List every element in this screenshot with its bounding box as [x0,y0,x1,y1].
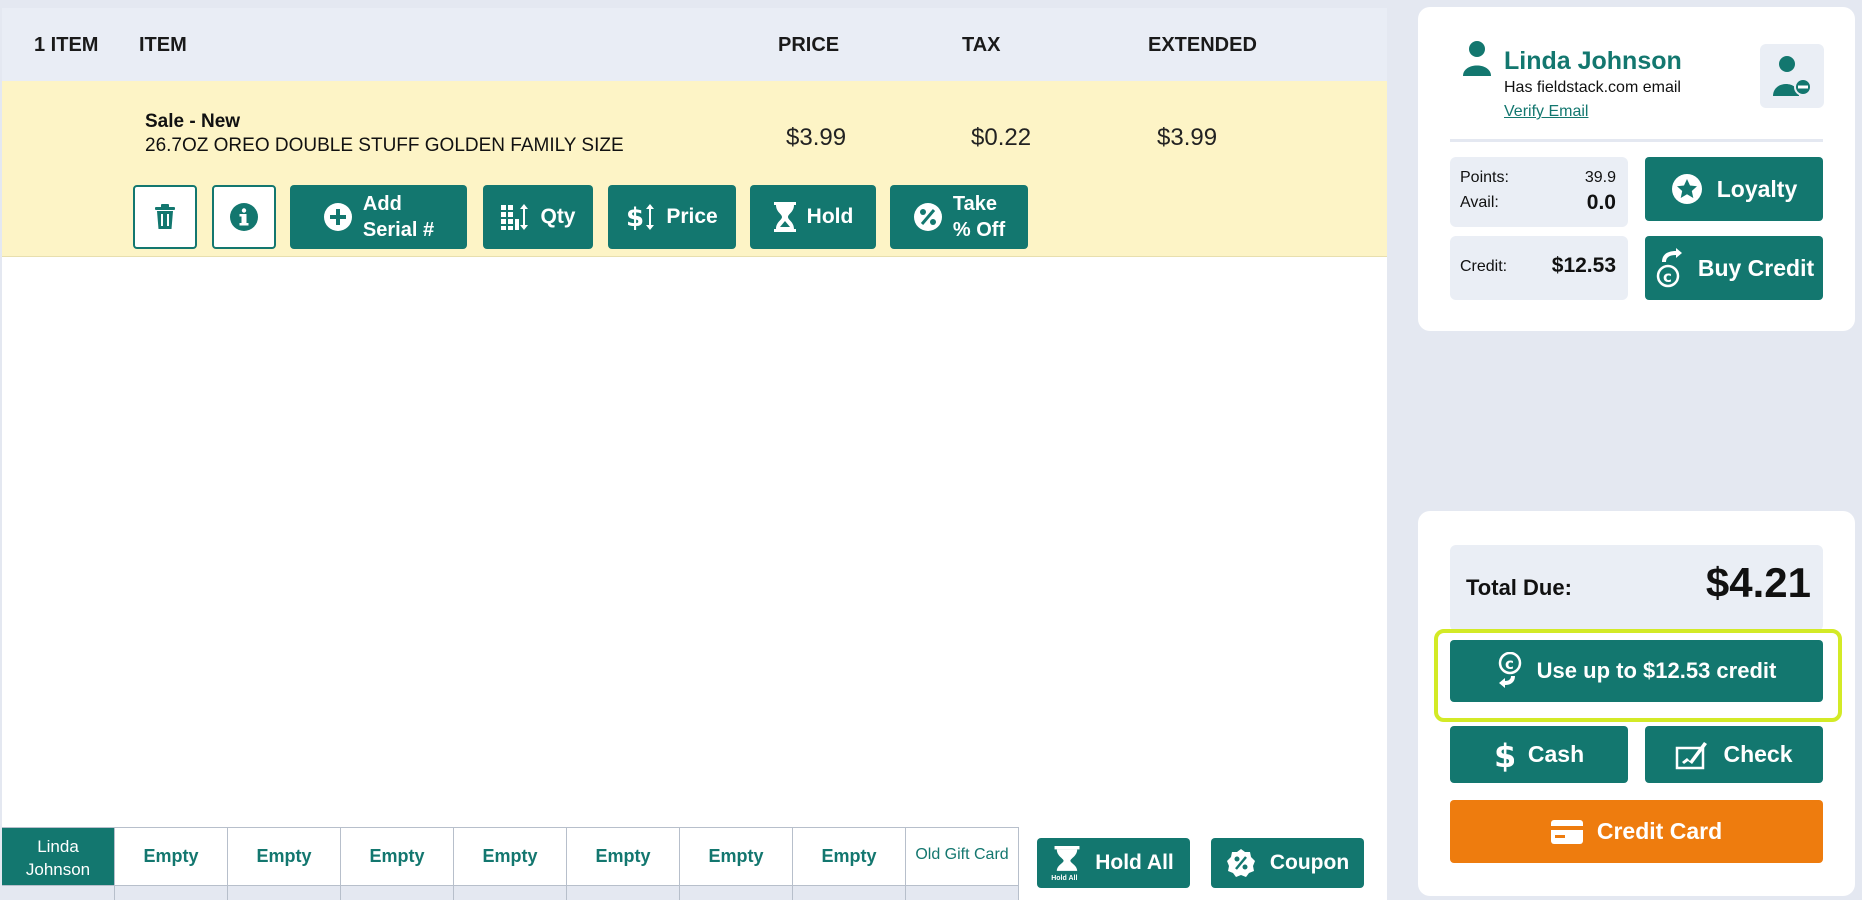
use-credit-button[interactable]: c Use up to $12.53 credit [1450,640,1823,702]
credit-coin-icon: c [1497,652,1523,690]
svg-text:c: c [1505,655,1514,673]
add-serial-line1: Add [362,193,402,215]
hourglass-icon: Hold All [1051,846,1081,882]
tax-column-header: TAX [962,34,1001,56]
svg-text:$: $ [1494,738,1514,772]
remove-customer-button[interactable] [1760,44,1824,108]
verify-email-link[interactable]: Verify Email [1504,103,1588,121]
check-signature-icon [1675,740,1709,770]
hold-all-button[interactable]: Hold All Hold All [1037,838,1190,888]
points-label: Points: [1460,169,1509,186]
avail-label: Avail: [1460,194,1499,211]
tab-empty[interactable]: Empty [680,827,793,900]
item-column-header: ITEM [139,34,187,56]
cart-panel: 1 ITEM ITEM PRICE TAX EXTENDED Sale - Ne… [2,8,1387,900]
credit-coin-icon: c [1654,248,1684,288]
take-off-line2: % Off [952,219,1006,241]
hold-all-label: Hold All [1095,851,1174,874]
add-serial-button[interactable]: Add Serial # [290,185,467,249]
hourglass-icon [773,202,797,232]
row-tax: $0.22 [971,124,1032,151]
info-button[interactable] [212,185,276,249]
total-due-value: $4.21 [1705,559,1811,606]
credit-box: Credit: $12.53 [1450,236,1628,300]
remove-user-icon [1772,55,1812,97]
price-label: Price [666,205,718,228]
hold-all-icon-caption: Hold All [1051,875,1078,882]
info-icon [229,202,259,232]
take-off-line1: Take [952,193,997,215]
tab-active-line1: Linda [37,837,79,856]
cash-label: Cash [1527,741,1585,767]
price-button[interactable]: $ Price [608,185,736,249]
tab-empty[interactable]: Empty [341,827,454,900]
credit-value: $12.53 [1551,254,1616,277]
take-percent-off-button[interactable]: Take % Off [890,185,1028,249]
customer-card: Linda Johnson Has fieldstack.com email V… [1418,7,1855,331]
dollar-icon: $ [1494,738,1514,772]
coupon-label: Coupon [1269,851,1350,874]
coupon-button[interactable]: Coupon [1211,838,1364,888]
qty-button[interactable]: Qty [483,185,593,249]
loyalty-button[interactable]: Loyalty [1645,157,1823,221]
tab-active-line2: Johnson [25,860,91,879]
avail-value: 0.0 [1586,191,1616,214]
credit-card-label: Credit Card [1596,818,1723,844]
hold-button[interactable]: Hold [750,185,876,249]
dollar-arrows-icon: $ [626,203,656,231]
star-circle-icon [1671,173,1703,205]
coupon-badge-icon [1226,848,1256,878]
tab-old-gift-card[interactable]: Old Gift Card [906,827,1019,900]
table-header: 1 ITEM ITEM PRICE TAX EXTENDED [2,8,1387,81]
tab-empty[interactable]: Empty [454,827,567,900]
total-due-box: Total Due: $4.21 [1450,545,1823,631]
quantity-icon [500,203,530,231]
table-row[interactable]: Sale - New 26.7OZ OREO DOUBLE STUFF GOLD… [2,81,1387,257]
hold-label: Hold [806,205,854,228]
item-count-header: 1 ITEM [34,34,99,56]
points-box: Points: 39.9 Avail: 0.0 [1450,157,1628,227]
divider [1450,139,1823,142]
payment-card: Total Due: $4.21 c Use up to $12.53 cred… [1418,511,1855,896]
percent-badge-icon [913,202,943,232]
tab-empty[interactable]: Empty [228,827,341,900]
credit-card-icon [1550,819,1583,844]
tab-empty[interactable]: Empty [115,827,228,900]
row-extended: $3.99 [1157,124,1218,151]
buy-credit-button[interactable]: c Buy Credit [1645,236,1823,300]
delete-button[interactable] [133,185,197,249]
add-serial-line2: Serial # [362,219,435,241]
transaction-tabs: Linda Johnson Empty Empty Empty Empty Emp… [2,827,1019,900]
use-credit-label: Use up to $12.53 credit [1536,658,1777,683]
cash-button[interactable]: $ Cash [1450,726,1628,783]
svg-text:$: $ [626,203,644,231]
svg-text:c: c [1663,268,1672,286]
loyalty-label: Loyalty [1716,175,1798,202]
email-status: Has fieldstack.com email [1504,79,1681,96]
row-description: 26.7OZ OREO DOUBLE STUFF GOLDEN FAMILY S… [145,135,624,156]
tab-empty[interactable]: Empty [567,827,680,900]
plus-circle-icon [323,202,353,232]
qty-label: Qty [540,205,576,228]
person-icon [1461,40,1493,76]
check-button[interactable]: Check [1645,726,1823,783]
points-value: 39.9 [1584,169,1616,186]
tab-empty[interactable]: Empty [793,827,906,900]
tab-linda-johnson[interactable]: Linda Johnson [2,827,115,900]
total-due-label: Total Due: [1466,575,1572,600]
extended-column-header: EXTENDED [1148,34,1257,56]
credit-card-button[interactable]: Credit Card [1450,800,1823,863]
credit-label: Credit: [1460,258,1508,275]
row-price: $3.99 [786,124,847,151]
price-column-header: PRICE [778,34,840,56]
row-title: Sale - New [145,111,241,132]
trash-icon [154,204,176,230]
buy-credit-label: Buy Credit [1697,254,1815,281]
check-label: Check [1723,741,1793,767]
customer-name: Linda Johnson [1504,47,1682,75]
